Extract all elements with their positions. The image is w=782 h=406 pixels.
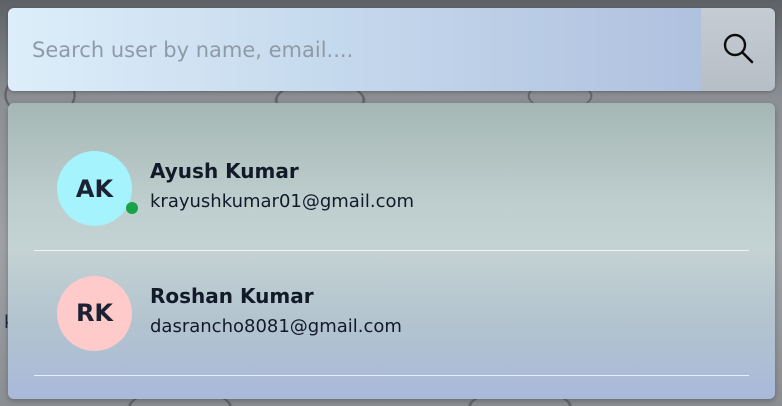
search-button[interactable] xyxy=(701,8,775,91)
user-name: Roshan Kumar xyxy=(150,283,314,308)
search-bar xyxy=(8,8,775,91)
user-name: Ayush Kumar xyxy=(150,159,299,183)
user-result-item[interactable]: RK Roshan Kumar dasrancho8081@gmail.com xyxy=(34,251,749,376)
user-info: Ayush Kumar krayushkumar01@gmail.com xyxy=(150,157,414,216)
avatar: RK xyxy=(57,275,132,351)
user-results-dropdown: AK Ayush Kumar krayushkumar01@gmail.com … xyxy=(8,103,775,399)
user-info: Roshan Kumar dasrancho8081@gmail.com xyxy=(150,282,402,341)
avatar-initials: AK xyxy=(75,174,114,203)
avatar: AK xyxy=(57,151,138,226)
avatar-initials: RK xyxy=(75,299,114,327)
user-email: krayushkumar01@gmail.com xyxy=(150,191,415,212)
search-input[interactable] xyxy=(8,8,701,91)
user-result-item[interactable]: AK Ayush Kumar krayushkumar01@gmail.com xyxy=(34,127,749,251)
search-icon xyxy=(721,31,755,68)
online-status-indicator xyxy=(126,202,138,214)
user-email: dasrancho8081@gmail.com xyxy=(150,315,402,337)
